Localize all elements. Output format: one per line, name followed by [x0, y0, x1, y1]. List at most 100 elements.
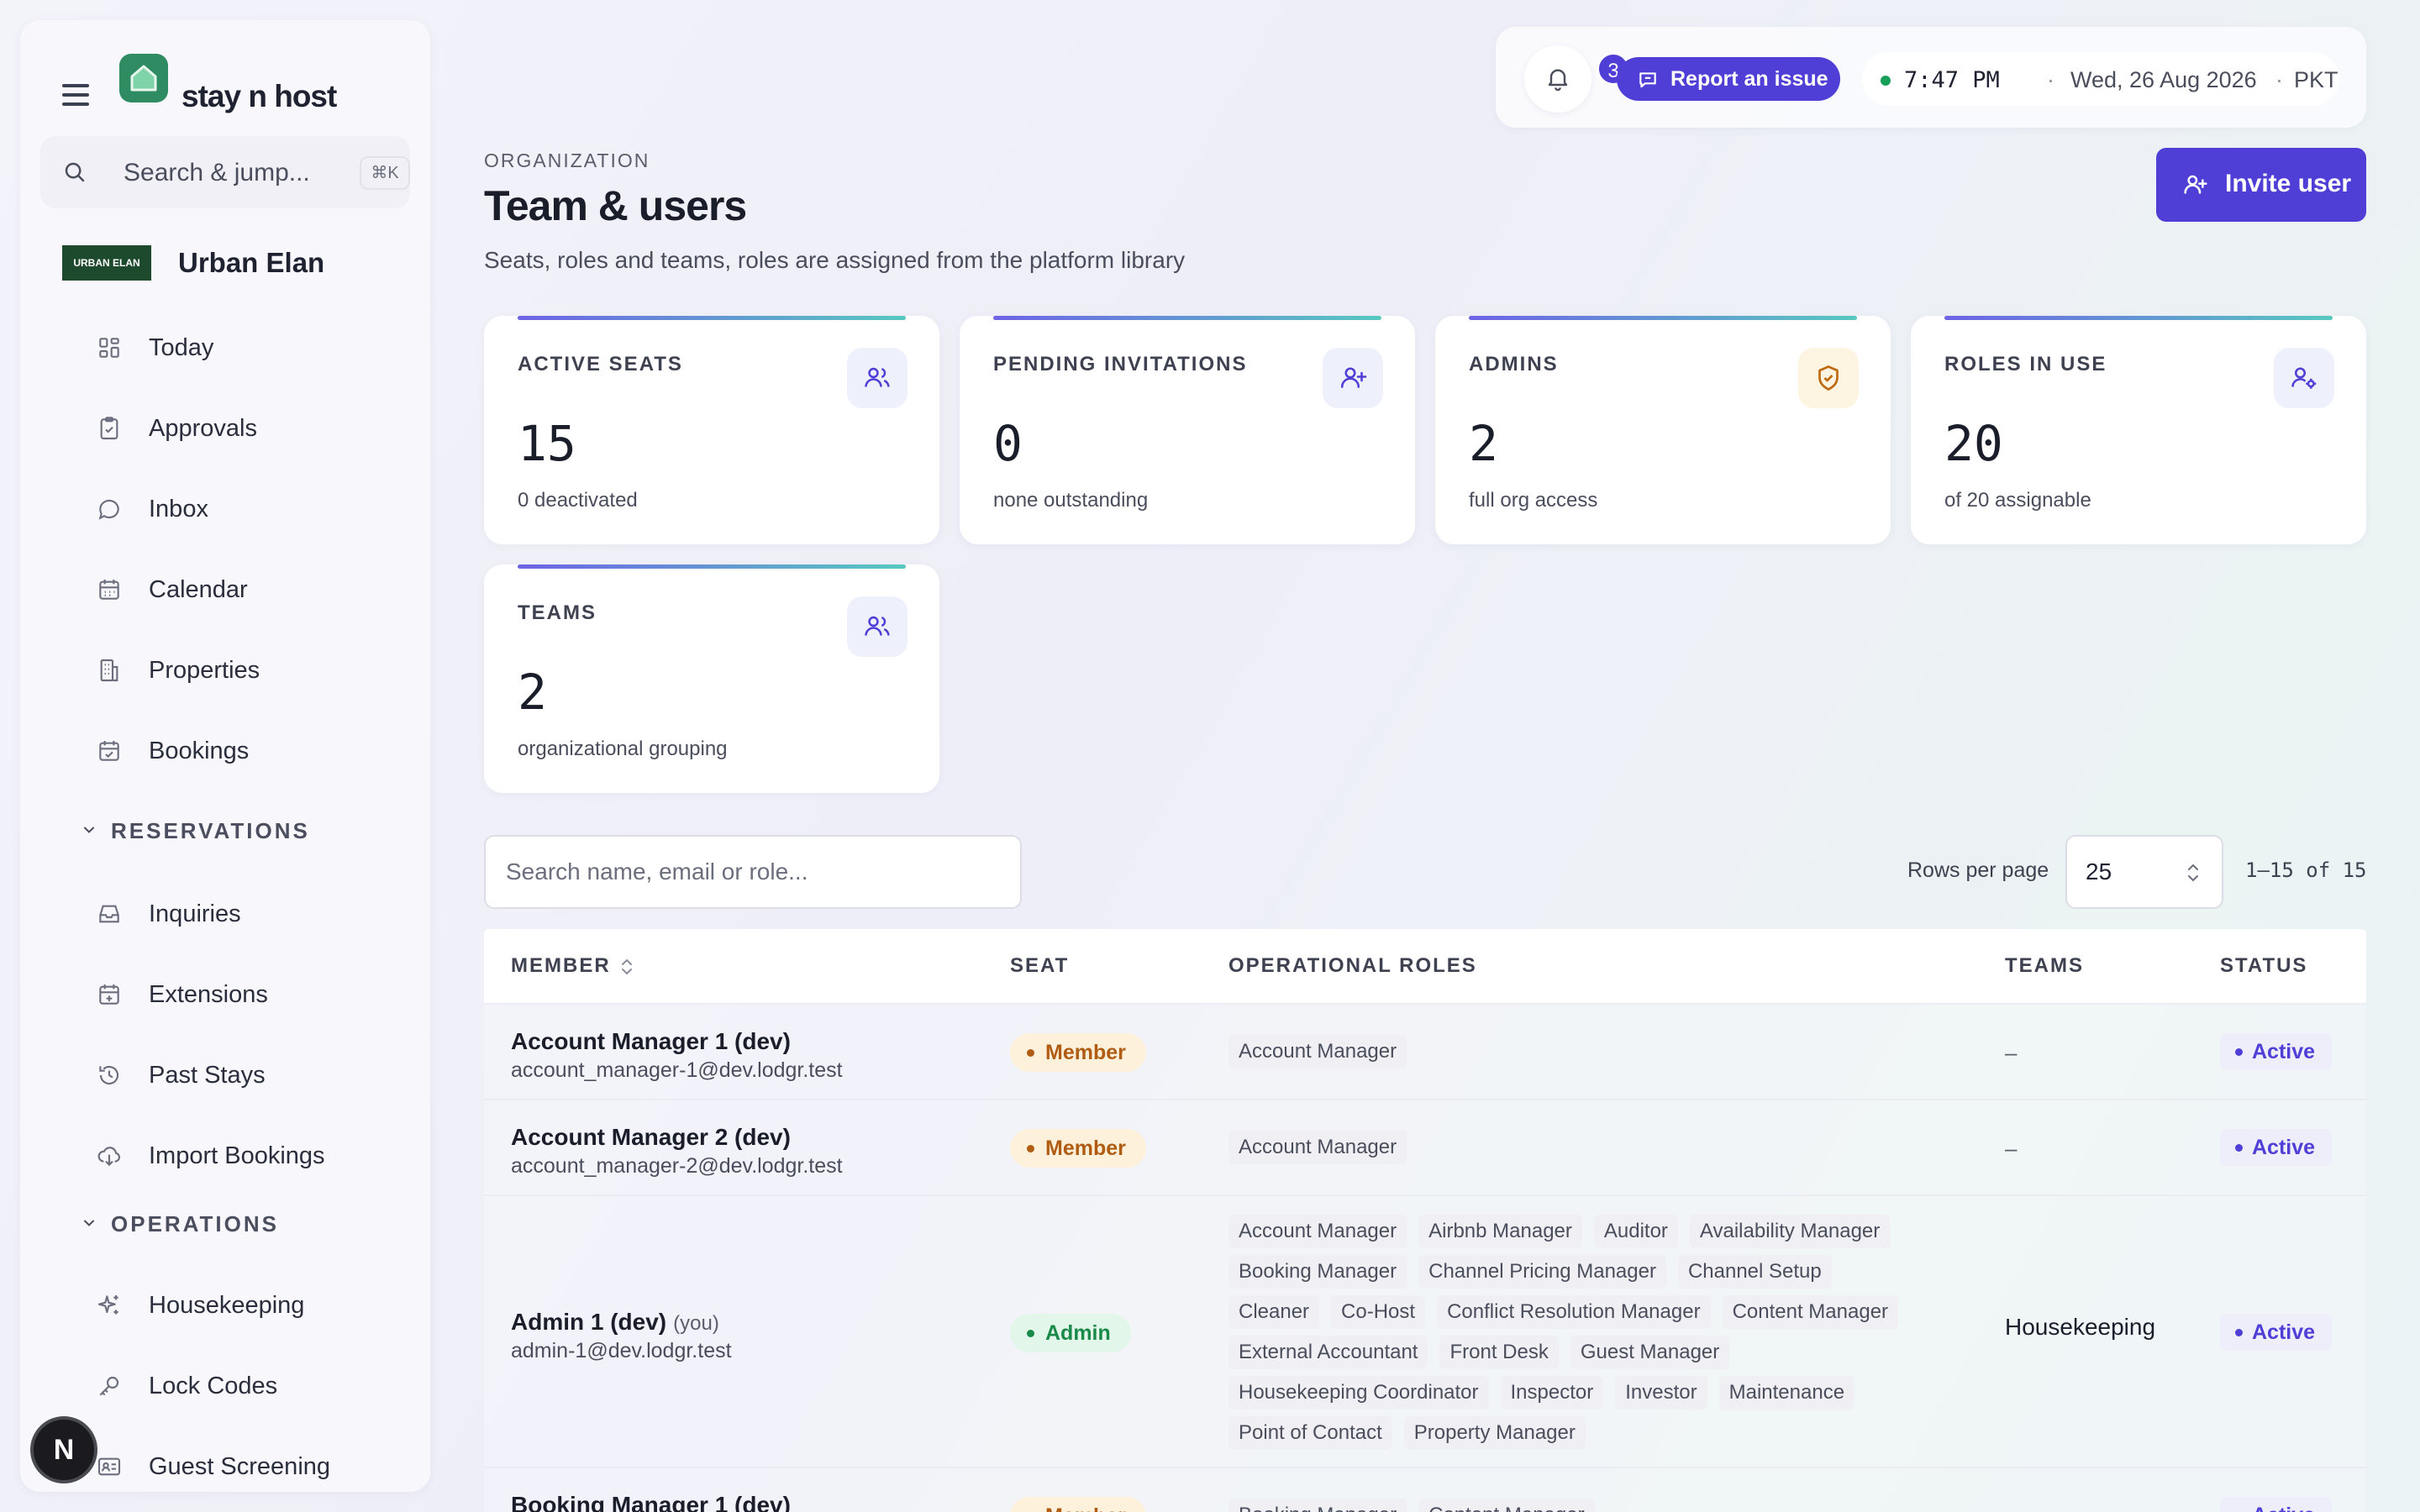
section-reservations[interactable]: RESERVATIONS: [62, 815, 415, 848]
member-name-text: Booking Manager 1 (dev): [511, 1492, 791, 1512]
clipboard-check-icon: [100, 417, 118, 440]
member-search: [484, 835, 1022, 909]
role-chip: Auditor: [1593, 1215, 1678, 1248]
member-email: admin-1@dev.lodgr.test: [511, 1339, 732, 1362]
role-chip: Booking Manager: [1228, 1499, 1407, 1512]
sidebar-item-label: Today: [149, 334, 214, 361]
member-name: Admin 1 (dev) (you): [511, 1309, 719, 1336]
stat-card-pending-invitations: PENDING INVITATIONS 0 none outstanding: [960, 316, 1415, 544]
sidebar-item-guest-screening[interactable]: Guest Screening: [62, 1441, 415, 1492]
user-avatar[interactable]: N: [30, 1416, 97, 1483]
sidebar-item-label: Extensions: [149, 981, 268, 1008]
org-name: Urban Elan: [178, 247, 325, 278]
card-accent: [1469, 316, 1857, 320]
stat-value: 15: [518, 415, 576, 472]
sparkles-icon: [97, 1295, 118, 1315]
role-chip: Guest Manager: [1570, 1336, 1730, 1369]
calendar-plus-icon: [99, 984, 119, 1005]
role-chip: Point of Contact: [1228, 1416, 1392, 1450]
sidebar-item-today[interactable]: Today: [62, 323, 415, 373]
role-chip: Cleaner: [1228, 1295, 1320, 1329]
stat-card-roles-in-use: ROLES IN USE 20 of 20 assignable: [1911, 316, 2366, 544]
role-chip: Account Manager: [1228, 1131, 1407, 1164]
role-chip: Maintenance: [1718, 1376, 1855, 1410]
stat-sub: organizational grouping: [518, 738, 728, 760]
member-name-text: Account Manager 1 (dev): [511, 1028, 791, 1054]
rows-per-page-value: 25: [2086, 858, 2112, 885]
sidebar-item-approvals[interactable]: Approvals: [62, 403, 415, 454]
seat-badge: Member: [1010, 1497, 1146, 1512]
teams-cell: Housekeeping: [2005, 1314, 2156, 1340]
sidebar-item-lock-codes[interactable]: Lock Codes: [62, 1361, 415, 1411]
role-chip: Investor: [1615, 1376, 1707, 1410]
search-icon: [65, 162, 85, 182]
section-label: RESERVATIONS: [111, 818, 310, 843]
pagination-range: 1–15 of 15: [2245, 858, 2367, 882]
table-row[interactable]: Booking Manager 1 (dev) Member Booking M…: [484, 1468, 2366, 1512]
stat-value: 2: [1469, 415, 1498, 472]
sidebar-item-housekeeping[interactable]: Housekeeping: [62, 1280, 415, 1331]
sidebar-item-past-stays[interactable]: Past Stays: [62, 1050, 415, 1100]
sidebar-search-placeholder: Search & jump...: [124, 159, 310, 186]
role-chip: Airbnb Manager: [1418, 1215, 1582, 1248]
seat-badge: Member: [1010, 1129, 1146, 1168]
sidebar-item-label: Lock Codes: [149, 1373, 278, 1399]
section-operations[interactable]: OPERATIONS: [62, 1208, 415, 1242]
sidebar-header: stay n host: [20, 20, 430, 131]
member-name: Account Manager 1 (dev): [511, 1028, 791, 1055]
sidebar-item-calendar[interactable]: Calendar: [62, 564, 415, 615]
sidebar-item-label: Guest Screening: [149, 1453, 331, 1480]
role-chip: External Accountant: [1228, 1336, 1428, 1369]
message-square-icon: [1639, 72, 1656, 88]
table-row[interactable]: Account Manager 2 (dev) account_manager-…: [484, 1100, 2366, 1196]
stat-label: ROLES IN USE: [1944, 353, 2107, 375]
sort-icon: [621, 958, 632, 975]
current-date: Wed, 26 Aug 2026: [2070, 67, 2257, 92]
seat-badge: Member: [1010, 1033, 1146, 1072]
table-row[interactable]: Admin 1 (dev) (you) admin-1@dev.lodgr.tes…: [484, 1196, 2366, 1468]
sidebar-item-inbox[interactable]: Inbox: [62, 484, 415, 534]
sidebar-item-extensions[interactable]: Extensions: [62, 969, 415, 1020]
bell-icon: [1548, 69, 1568, 92]
key-icon: [99, 1376, 119, 1396]
report-issue-button[interactable]: Report an issue: [1617, 57, 1840, 101]
role-chip: Inspector: [1500, 1376, 1604, 1410]
roles-list: Account Manager: [1228, 1131, 1934, 1171]
stat-card-admins: ADMINS 2 full org access: [1435, 316, 1891, 544]
column-status: STATUS: [2220, 954, 2308, 977]
notifications-button[interactable]: 3: [1524, 45, 1630, 113]
invite-user-button[interactable]: Invite user: [2156, 148, 2366, 222]
rows-per-page-select[interactable]: 25: [2065, 835, 2223, 909]
stat-label: ACTIVE SEATS: [518, 353, 683, 375]
role-chip: Channel Setup: [1677, 1255, 1832, 1289]
role-chip: Content Manager: [1418, 1499, 1595, 1512]
org-switcher[interactable]: URBAN ELAN Urban Elan: [62, 239, 415, 289]
sidebar-item-label: Import Bookings: [149, 1142, 325, 1169]
sidebar-item-label: Inbox: [149, 496, 208, 522]
seat-badge: Admin: [1010, 1314, 1131, 1352]
invite-user-label: Invite user: [2225, 170, 2352, 197]
role-chip: Booking Manager: [1228, 1255, 1407, 1289]
member-search-input[interactable]: [486, 837, 1020, 907]
role-chip: Account Manager: [1228, 1215, 1407, 1248]
sidebar-item-import-bookings[interactable]: Import Bookings: [62, 1131, 415, 1181]
sidebar-item-label: Housekeeping: [149, 1292, 305, 1319]
sidebar-item-bookings[interactable]: Bookings: [62, 726, 415, 776]
sidebar-item-inquiries[interactable]: Inquiries: [62, 889, 415, 939]
shield-check-icon: [1798, 348, 1859, 408]
stat-value: 0: [993, 415, 1023, 472]
role-chip: Housekeeping Coordinator: [1228, 1376, 1489, 1410]
sidebar-item-properties[interactable]: Properties: [62, 645, 415, 696]
status-badge: Active: [2220, 1314, 2333, 1351]
table-row[interactable]: Account Manager 1 (dev) account_manager-…: [484, 1005, 2366, 1100]
column-member[interactable]: MEMBER: [511, 954, 634, 978]
user-plus-icon: [2184, 175, 2207, 194]
id-card-icon: [97, 1457, 121, 1476]
chevron-updown-icon: [2188, 864, 2198, 882]
sidebar-search[interactable]: Search & jump... ⌘K: [40, 136, 410, 208]
member-name: Booking Manager 1 (dev): [511, 1492, 791, 1512]
history-icon: [99, 1065, 119, 1085]
hamburger-menu-icon[interactable]: [62, 84, 89, 106]
card-accent: [993, 316, 1381, 320]
chevron-down-icon: [84, 827, 94, 833]
